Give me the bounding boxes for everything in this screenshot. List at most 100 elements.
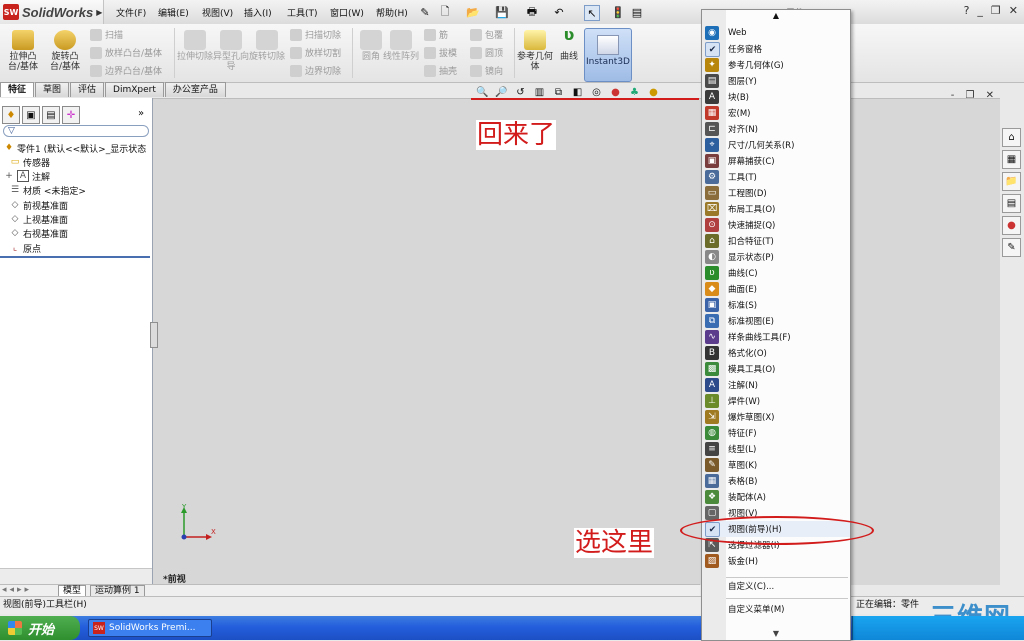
menu-item[interactable]: ʋ 曲线(C)	[702, 265, 850, 281]
menu-item[interactable]: B 格式化(O)	[702, 345, 850, 361]
graphics-viewport[interactable]	[152, 98, 1000, 585]
menu-item[interactable]: A 块(B)	[702, 89, 850, 105]
menu-edit[interactable]: 编辑(E)	[158, 6, 189, 19]
wrap-button[interactable]: 包覆	[470, 28, 503, 41]
tab-features[interactable]: 特征	[0, 82, 35, 97]
revolve-cut-button[interactable]: 旋转切除	[248, 30, 286, 62]
rebuild-icon[interactable]: 🚦	[611, 5, 625, 19]
tab-sketch[interactable]: 草图	[35, 82, 70, 97]
design-library-icon[interactable]: ▦	[1002, 150, 1021, 169]
close-icon[interactable]: ✕	[1009, 4, 1018, 17]
feature-tree-tab-icon[interactable]: ♦	[2, 106, 20, 124]
menu-item[interactable]: ≡ 线型(L)	[702, 441, 850, 457]
menu-file[interactable]: 文件(F)	[116, 6, 146, 19]
menu-item[interactable]: ▤ 图层(Y)	[702, 73, 850, 89]
sweep-button[interactable]: 扫描	[90, 28, 123, 41]
tree-filter-input[interactable]: ▽	[3, 125, 149, 137]
extrude-cut-button[interactable]: 拉伸切除	[176, 30, 214, 62]
lofted-cut-button[interactable]: 放样切割	[290, 46, 341, 59]
options-icon[interactable]: ▤	[630, 5, 644, 19]
menu-item[interactable]: ❖ 装配体(A)	[702, 489, 850, 505]
shell-button[interactable]: 抽壳	[424, 64, 457, 77]
panel-scrollbar[interactable]	[0, 568, 152, 585]
tree-item-top-plane[interactable]: ◇ 上视基准面	[10, 212, 68, 226]
panel-splitter[interactable]	[150, 322, 158, 348]
menu-item[interactable]: ▦ 表格(B)	[702, 473, 850, 489]
property-manager-tab-icon[interactable]: ▣	[22, 106, 40, 124]
tree-item-front-plane[interactable]: ◇ 前视基准面	[10, 198, 68, 212]
instant3d-button[interactable]: Instant3D	[584, 28, 632, 82]
mirror-button[interactable]: 镜向	[470, 64, 503, 77]
open-folder-icon[interactable]: 📂	[466, 5, 480, 19]
expand-icon[interactable]: +	[4, 171, 14, 181]
help-icon[interactable]: ?	[964, 4, 970, 17]
menu-item[interactable]: ✔ 任务窗格	[702, 41, 850, 57]
minimize-icon[interactable]: _	[977, 4, 983, 17]
tree-item-right-plane[interactable]: ◇ 右视基准面	[10, 226, 68, 240]
tab-office-products[interactable]: 办公室产品	[164, 82, 226, 97]
file-explorer-icon[interactable]: 📁	[1002, 172, 1021, 191]
loft-boss-button[interactable]: 放样凸台/基体	[90, 46, 162, 59]
menu-item[interactable]: ▭ 工程图(D)	[702, 185, 850, 201]
menu-item[interactable]: ◆ 曲面(E)	[702, 281, 850, 297]
expand-tabs-icon[interactable]: »	[138, 108, 144, 119]
menu-item[interactable]: ⌖ 尺寸/几何关系(R)	[702, 137, 850, 153]
menu-insert[interactable]: 插入(I)	[244, 6, 272, 19]
menu-item[interactable]: ▣ 标准(S)	[702, 297, 850, 313]
menu-item[interactable]: ⊏ 对齐(N)	[702, 121, 850, 137]
hole-wizard-button[interactable]: 异型孔向导	[212, 30, 250, 72]
rib-button[interactable]: 筋	[424, 28, 448, 41]
tree-part-node[interactable]: ♦ 零件1 (默认<<默认>_显示状态	[4, 141, 146, 155]
tab-dimxpert[interactable]: DimXpert	[105, 82, 164, 97]
save-icon[interactable]: 💾	[495, 5, 509, 19]
new-document-icon[interactable]: 🗋	[438, 5, 452, 19]
menu-tools[interactable]: 工具(T)	[287, 6, 318, 19]
menu-item[interactable]: ◍ 特征(F)	[702, 425, 850, 441]
scroll-down-icon[interactable]: ▼	[702, 628, 850, 640]
appearances-icon[interactable]: ●	[1002, 216, 1021, 235]
ref-geometry-button[interactable]: 参考几何体	[516, 30, 554, 72]
menu-item[interactable]: ⊙ 快速捕捉(Q)	[702, 217, 850, 233]
undo-icon[interactable]: ↶	[552, 5, 566, 19]
curves-button[interactable]: ʋ 曲线	[550, 27, 588, 63]
system-tray[interactable]	[852, 616, 1024, 640]
menu-item[interactable]: ▣ 屏幕捕获(C)	[702, 153, 850, 169]
menu-item[interactable]: ▦ 宏(M)	[702, 105, 850, 121]
menu-item[interactable]: ⚙ 工具(T)	[702, 169, 850, 185]
menu-item-customize[interactable]: 自定义(C)...	[702, 578, 850, 594]
custom-properties-icon[interactable]: ✎	[1002, 238, 1021, 257]
menu-item[interactable]: ▨ 钣金(H)	[702, 553, 850, 569]
configuration-manager-tab-icon[interactable]: ▤	[42, 106, 60, 124]
dimxpert-manager-tab-icon[interactable]: ✛	[62, 106, 80, 124]
menu-item[interactable]: ⌧ 布局工具(O)	[702, 201, 850, 217]
tree-item-origin[interactable]: ⌞ 原点	[10, 241, 41, 255]
tab-scroll-arrows-icon[interactable]: ◂◂▸▸	[2, 585, 32, 595]
taskbar-solidworks-button[interactable]: SW SolidWorks Premi...	[88, 619, 212, 637]
menu-item[interactable]: ⊥ 焊件(W)	[702, 393, 850, 409]
restore-icon[interactable]: ❐	[991, 4, 1001, 17]
tab-evaluate[interactable]: 评估	[70, 82, 105, 97]
swept-cut-button[interactable]: 扫描切除	[290, 28, 341, 41]
menu-item[interactable]: ⇲ 爆炸草图(X)	[702, 409, 850, 425]
dome-button[interactable]: 圆顶	[470, 46, 503, 59]
home-icon[interactable]: ⌂	[1002, 128, 1021, 147]
revolve-boss-button[interactable]: 旋转凸台/基体	[46, 30, 84, 72]
menu-item[interactable]: ⌂ 扣合特征(T)	[702, 233, 850, 249]
tree-item-annotations[interactable]: + A 注解	[4, 169, 50, 183]
menu-item[interactable]: ▩ 模具工具(O)	[702, 361, 850, 377]
start-button[interactable]: 开始	[0, 616, 80, 640]
boundary-boss-button[interactable]: 边界凸台/基体	[90, 64, 162, 77]
menu-item-customize-menu[interactable]: 自定义菜单(M)	[702, 601, 850, 617]
pin-icon[interactable]: ✎	[418, 5, 432, 19]
menu-item[interactable]: ∿ 样条曲线工具(F)	[702, 329, 850, 345]
app-logo[interactable]: SW SolidWorks ▶	[0, 0, 104, 24]
view-palette-icon[interactable]: ▤	[1002, 194, 1021, 213]
draft-button[interactable]: 拔模	[424, 46, 457, 59]
menu-item[interactable]: ✦ 参考几何体(G)	[702, 57, 850, 73]
tree-item-material[interactable]: ☰ 材质 <未指定>	[10, 183, 86, 197]
menu-window[interactable]: 窗口(W)	[330, 6, 364, 19]
menu-item[interactable]: ⧉ 标准视图(E)	[702, 313, 850, 329]
rollback-bar[interactable]	[0, 256, 150, 258]
viewport-window-controls[interactable]: - ❐ ✕	[951, 90, 998, 101]
extrude-boss-button[interactable]: 拉伸凸台/基体	[4, 30, 42, 72]
